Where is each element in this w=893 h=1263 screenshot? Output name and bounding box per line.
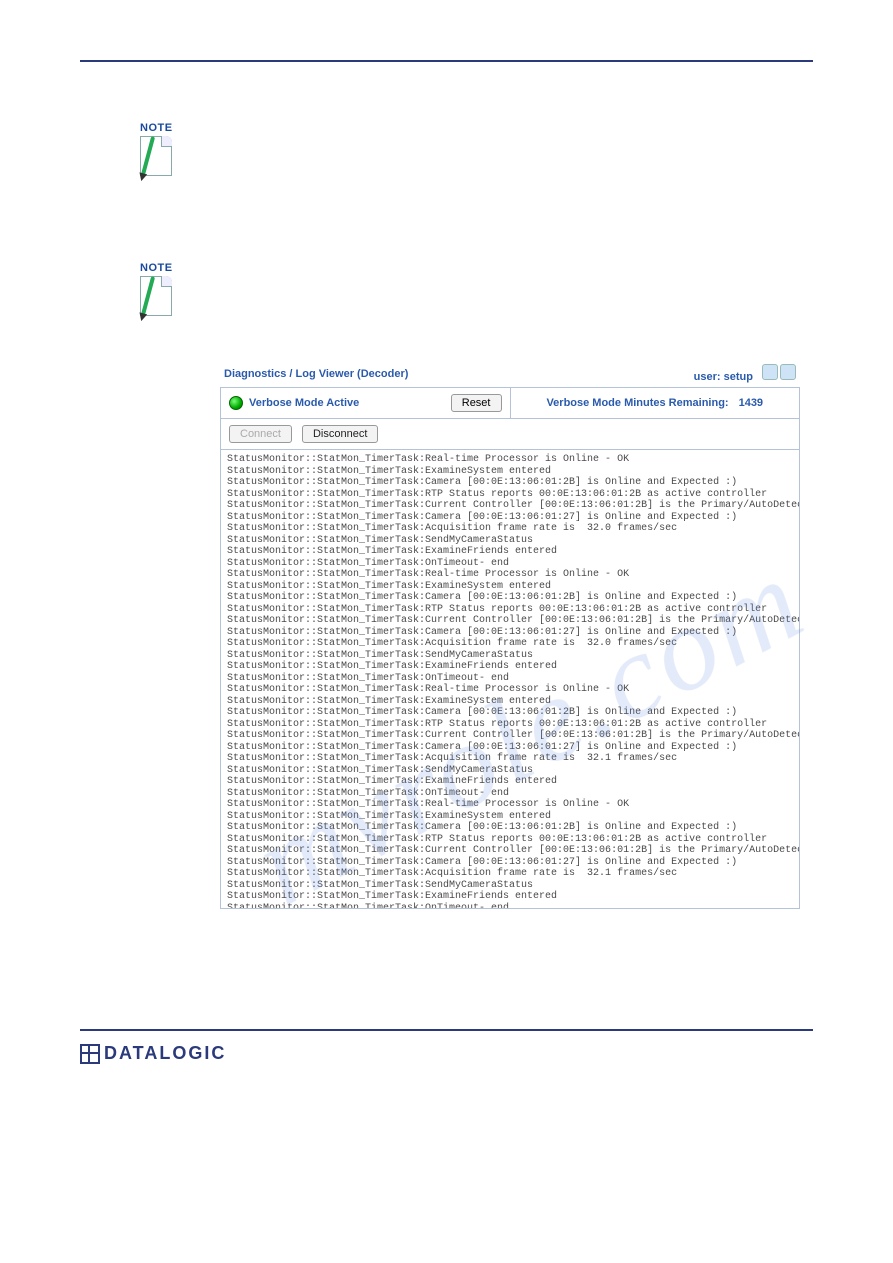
panel-title: Diagnostics / Log Viewer (Decoder): [224, 368, 408, 380]
note-label: NOTE: [140, 122, 180, 134]
panel-actions: [762, 364, 796, 380]
disconnect-button[interactable]: Disconnect: [302, 425, 378, 443]
reset-button[interactable]: Reset: [451, 394, 502, 412]
user-label: user:: [694, 371, 721, 383]
status-row: Verbose Mode Active Reset Verbose Mode M…: [220, 387, 800, 419]
help-icon[interactable]: [762, 364, 778, 380]
connection-row: Connect Disconnect: [220, 419, 800, 450]
log-viewer-panel: Diagnostics / Log Viewer (Decoder) user:…: [220, 362, 800, 909]
user-value: setup: [724, 371, 753, 383]
footer-logo: DATALOGIC: [80, 1043, 813, 1064]
note-label: NOTE: [140, 262, 180, 274]
note-block-2: NOTE: [140, 262, 813, 322]
footer-brand: DATALOGIC: [104, 1043, 226, 1064]
status-led-icon: [229, 396, 243, 410]
note-icon: NOTE: [140, 122, 180, 172]
remaining-value: 1439: [739, 397, 763, 409]
log-output[interactable]: StatusMonitor::StatMon_TimerTask:Real-ti…: [220, 450, 800, 909]
logo-symbol-icon: [80, 1044, 100, 1064]
note-block-1: NOTE: [140, 122, 813, 182]
connect-button[interactable]: Connect: [229, 425, 292, 443]
refresh-icon[interactable]: [780, 364, 796, 380]
footer-rule: [80, 1029, 813, 1031]
verbose-active-label: Verbose Mode Active: [249, 397, 359, 409]
header-rule: [80, 60, 813, 62]
remaining-label: Verbose Mode Minutes Remaining:: [546, 397, 728, 409]
note-icon: NOTE: [140, 262, 180, 312]
